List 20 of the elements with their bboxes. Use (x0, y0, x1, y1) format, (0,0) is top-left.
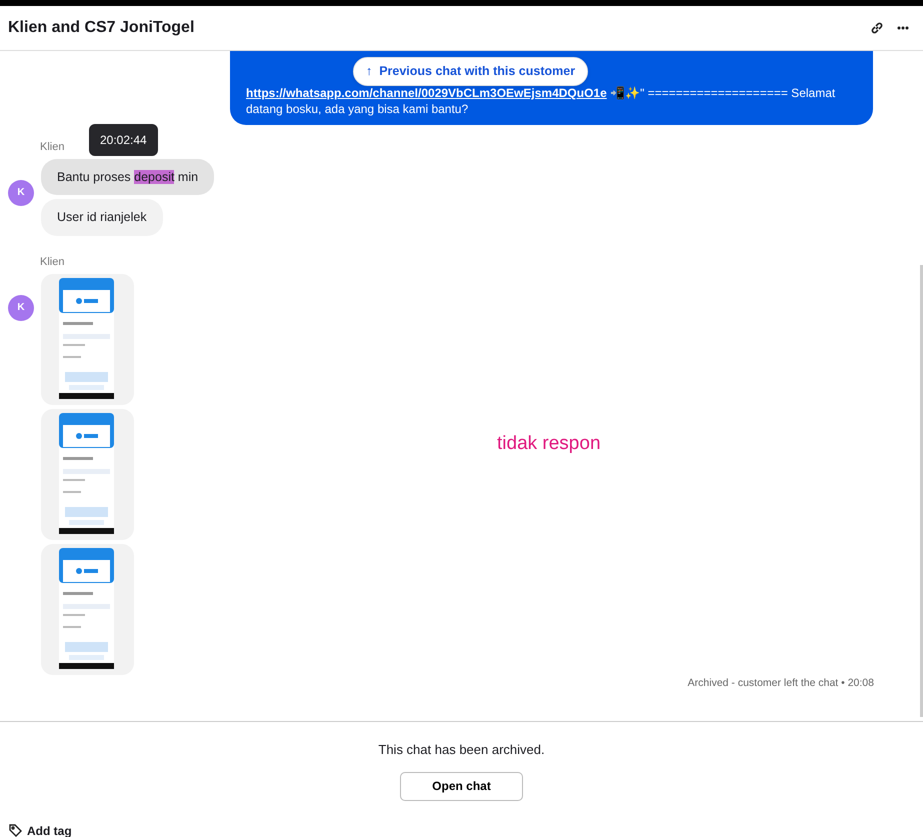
previous-chat-button[interactable]: ↑ Previous chat with this customer (353, 57, 588, 86)
tag-icon (9, 824, 22, 837)
image-attachment[interactable] (41, 408, 134, 540)
archived-notice: This chat has been archived. (378, 741, 545, 759)
avatar: K (8, 294, 34, 320)
open-chat-button[interactable]: Open chat (400, 772, 523, 800)
image-attachment[interactable] (41, 274, 134, 404)
archived-status: Archived - customer left the chat • 20:08 (688, 676, 874, 691)
chat-title: Klien and CS7 JoniTogel (8, 18, 194, 38)
add-tag-link[interactable]: Add tag (27, 822, 72, 837)
message-link[interactable]: https://whatsapp.com/channel/0029VbCLm3OEwEjsm4DQuO1e (246, 86, 607, 100)
link-icon[interactable] (870, 21, 884, 35)
annotation-text: tidak respon (497, 432, 601, 456)
sender-name: Klien (39, 255, 64, 270)
avatar: K (8, 180, 34, 206)
message-bubble: User id rianjelek (41, 199, 163, 236)
image-attachment[interactable] (41, 544, 134, 674)
more-icon[interactable] (896, 26, 908, 30)
sender-name: Klien (39, 140, 64, 155)
timestamp-tooltip: 20:02:44 (89, 124, 158, 156)
